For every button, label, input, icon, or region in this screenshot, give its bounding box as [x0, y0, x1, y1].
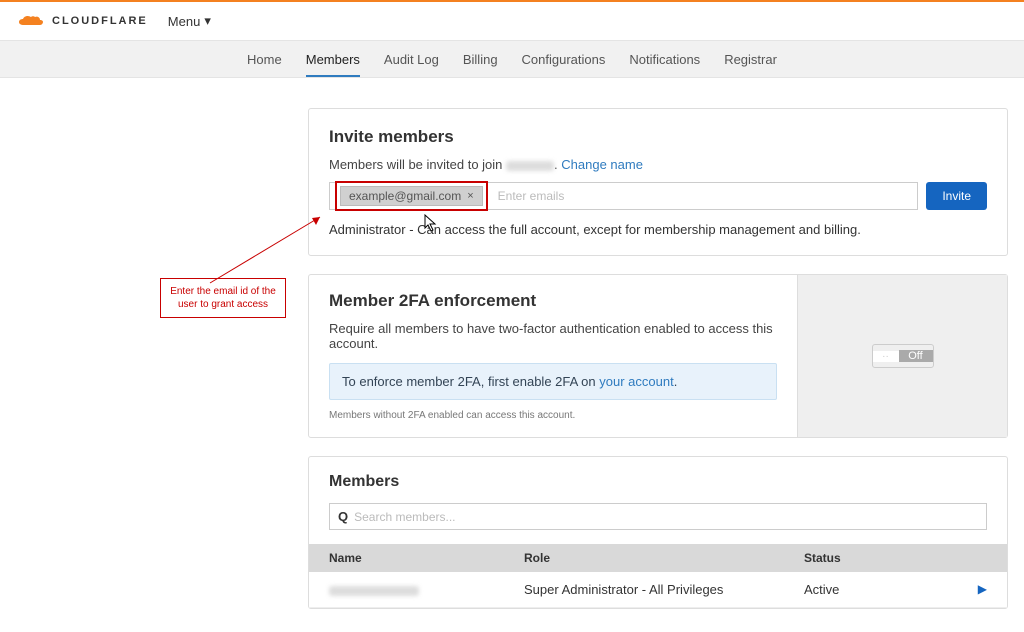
nav-registrar[interactable]: Registrar	[724, 42, 777, 77]
search-input[interactable]	[354, 510, 978, 524]
nav-billing[interactable]: Billing	[463, 42, 498, 77]
nav-audit-log[interactable]: Audit Log	[384, 42, 439, 77]
caret-down-icon: ▾	[204, 13, 211, 29]
email-chip: example@gmail.com ×	[340, 186, 483, 206]
brand-logo[interactable]: CLOUDFLARE	[18, 14, 148, 28]
twofa-toggle[interactable]: ·· Off	[872, 344, 934, 368]
search-icon: Q	[338, 509, 348, 524]
nav-members[interactable]: Members	[306, 42, 360, 77]
twofa-subtitle: Require all members to have two-factor a…	[329, 321, 777, 351]
menu-label: Menu	[168, 14, 201, 29]
toggle-on-icon: ··	[873, 351, 899, 362]
chevron-right-icon: ▶	[978, 582, 987, 597]
annotation-highlight: example@gmail.com ×	[335, 181, 488, 211]
member-role: Super Administrator - All Privileges	[524, 582, 804, 597]
twofa-info: To enforce member 2FA, first enable 2FA …	[329, 363, 777, 400]
change-name-link[interactable]: Change name	[561, 157, 643, 172]
twofa-note: Members without 2FA enabled can access t…	[329, 410, 777, 421]
email-placeholder: Enter emails	[498, 189, 565, 203]
menu-dropdown[interactable]: Menu ▾	[168, 13, 211, 29]
cloudflare-icon	[18, 14, 48, 28]
col-name: Name	[329, 551, 524, 565]
twofa-title: Member 2FA enforcement	[329, 291, 777, 311]
col-status: Status	[804, 551, 987, 565]
twofa-panel: Member 2FA enforcement Require all membe…	[308, 274, 1008, 438]
invite-button[interactable]: Invite	[926, 182, 987, 210]
account-name-redacted	[506, 161, 554, 171]
nav-home[interactable]: Home	[247, 42, 282, 77]
header: CLOUDFLARE Menu ▾	[0, 2, 1024, 40]
member-name-redacted	[329, 586, 419, 596]
toggle-off-label: Off	[899, 350, 933, 362]
members-title: Members	[309, 457, 1007, 503]
members-panel: Members Q Name Role Status Super Adminis…	[308, 456, 1008, 609]
table-row[interactable]: Super Administrator - All Privileges Act…	[309, 572, 1007, 608]
your-account-link[interactable]: your account	[599, 374, 673, 389]
tab-nav: Home Members Audit Log Billing Configura…	[0, 40, 1024, 78]
col-role: Role	[524, 551, 804, 565]
members-search[interactable]: Q	[329, 503, 987, 530]
invite-title: Invite members	[329, 127, 987, 147]
members-table-header: Name Role Status	[309, 544, 1007, 572]
remove-chip-icon[interactable]: ×	[467, 190, 473, 202]
nav-configurations[interactable]: Configurations	[522, 42, 606, 77]
role-description: Administrator - Can access the full acco…	[329, 222, 987, 237]
nav-notifications[interactable]: Notifications	[629, 42, 700, 77]
brand-text: CLOUDFLARE	[52, 15, 148, 27]
email-input[interactable]: example@gmail.com × Enter emails	[329, 182, 918, 210]
invite-panel: Invite members Members will be invited t…	[308, 108, 1008, 256]
annotation-arrow	[200, 215, 330, 295]
invite-subtitle: Members will be invited to join . Change…	[329, 157, 987, 172]
member-status: Active	[804, 582, 839, 597]
